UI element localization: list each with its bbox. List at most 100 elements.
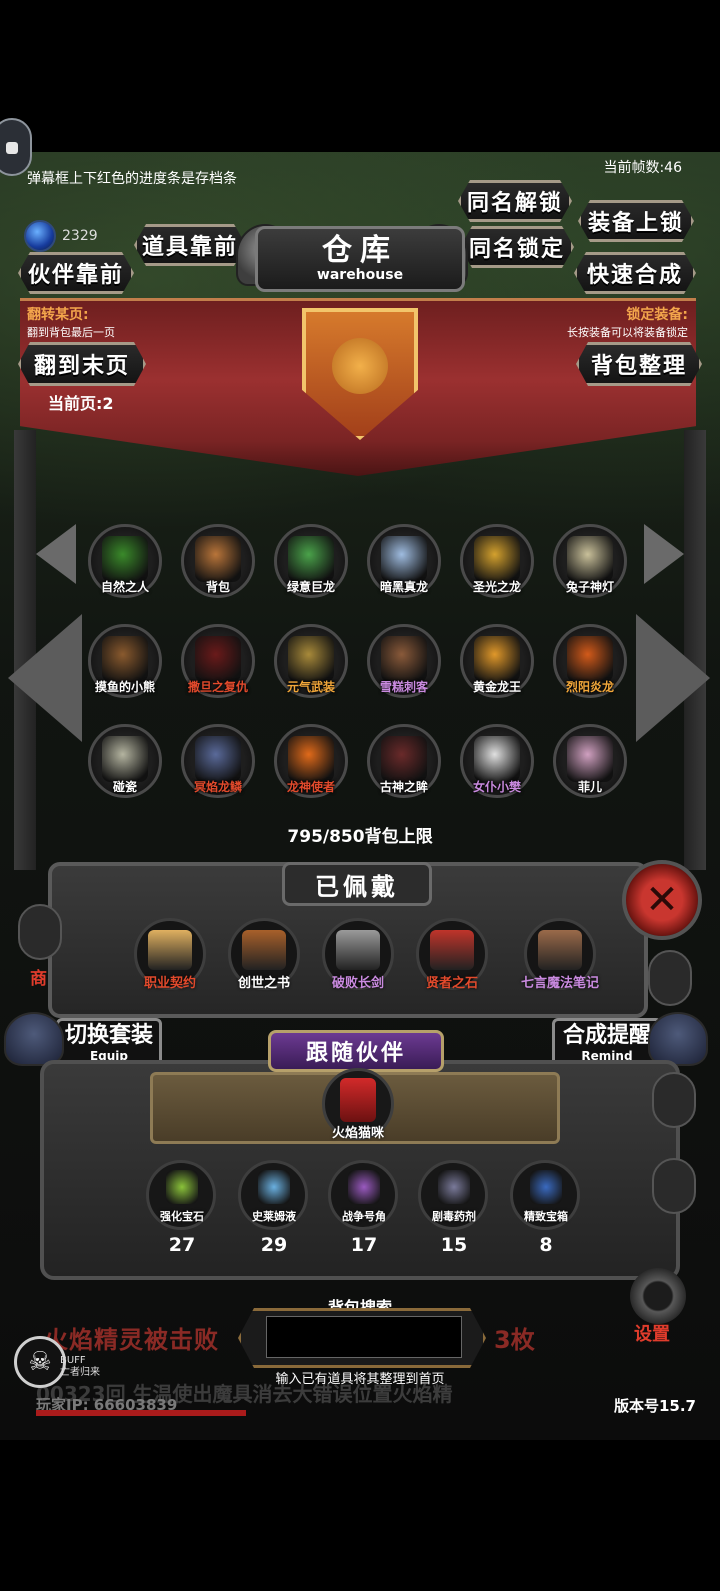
item-art-icon [102, 636, 148, 682]
item-name: 菲儿 [577, 780, 602, 794]
item-art-icon [567, 736, 613, 782]
item-art-icon [567, 536, 613, 582]
items-front-button[interactable]: 道具靠前 [134, 224, 246, 266]
quick-merge-button[interactable]: 快速合成 [574, 252, 696, 294]
inventory-slot[interactable]: 冥焰龙鳞 [177, 724, 257, 804]
consumable-qty: 8 [539, 1234, 553, 1256]
save-tip-text: 弹幕框上下红色的进度条是存档条 [27, 171, 237, 187]
item-art-icon [474, 736, 520, 782]
consumable-art-icon [530, 1170, 562, 1204]
equipped-slot[interactable]: 职业契约 [130, 918, 210, 998]
lock-equip-label: 锁定装备: [626, 307, 688, 323]
item-art-icon [567, 636, 613, 682]
bag-search-hint: 输入已有道具将其整理到首页 [275, 1372, 445, 1387]
item-art-icon [474, 636, 520, 682]
consumable-art-icon [258, 1170, 290, 1204]
inventory-slot[interactable]: 烈阳炎龙 [549, 624, 629, 704]
item-name: 兔子神灯 [565, 580, 614, 594]
inventory-slot[interactable]: 摸鱼的小熊 [84, 624, 164, 704]
equipped-art-icon [538, 930, 582, 970]
bag-search-input[interactable] [266, 1316, 462, 1358]
item-art-icon [102, 736, 148, 782]
inventory-grid: 自然之人 背包 绿意巨龙 暗黑真龙 圣光之龙 兔子神灯摸鱼的小熊 撒旦之复仇 元气武装 雪糕刺客… [84, 524, 644, 804]
inventory-slot[interactable]: 菲儿 [549, 724, 629, 804]
inventory-slot[interactable]: 龙神使者 [270, 724, 350, 804]
prev-page-arrow-icon[interactable] [36, 524, 76, 584]
item-name: 自然之人 [100, 580, 149, 594]
side-tool-icon[interactable] [652, 1072, 696, 1128]
inventory-slot[interactable]: 兔子神灯 [549, 524, 629, 604]
inventory-slot[interactable]: 暗黑真龙 [363, 524, 443, 604]
partners-front-button[interactable]: 伙伴靠前 [18, 252, 134, 294]
buff-title: BUFF [60, 1355, 86, 1366]
equipped-slot[interactable]: 创世之书 [224, 918, 304, 998]
buff-label: BUFF 亡者归来 [60, 1355, 100, 1379]
consumable-slot[interactable]: 剧毒药剂 15 [414, 1160, 494, 1260]
gem-count-value: 2329 [62, 228, 98, 244]
equipped-slot[interactable]: 贤者之石 [412, 918, 492, 998]
equipped-slot[interactable]: 七言魔法笔记 [520, 918, 600, 998]
item-name: 背包 [205, 580, 230, 594]
equipped-title: 已佩戴 [282, 862, 432, 906]
wizard-hat-icon [4, 1012, 64, 1066]
flip-page-label: 翻转某页: [27, 307, 89, 323]
bag-sort-button[interactable]: 背包整理 [576, 342, 702, 386]
inventory-slot[interactable]: 撒旦之复仇 [177, 624, 257, 704]
equipped-name: 七言魔法笔记 [520, 976, 599, 991]
warehouse-title-cn: 仓库 [322, 233, 398, 268]
dice-icon[interactable] [648, 950, 692, 1006]
shop-icon[interactable] [18, 904, 62, 960]
inventory-slot[interactable]: 碰瓷 [84, 724, 164, 804]
to-last-page-button[interactable]: 翻到末页 [18, 342, 146, 386]
inventory-slot[interactable]: 绿意巨龙 [270, 524, 350, 604]
warehouse-title-en: warehouse [316, 267, 404, 283]
same-name-unlock-button[interactable]: 同名解锁 [458, 180, 572, 222]
skull-buff-icon[interactable]: ☠ [14, 1336, 66, 1388]
item-name: 绿意巨龙 [286, 580, 335, 594]
shop-label: 商 [30, 969, 47, 989]
consumable-slot[interactable]: 精致宝箱 8 [506, 1160, 586, 1260]
inventory-slot[interactable]: 自然之人 [84, 524, 164, 604]
consumable-name: 剧毒药剂 [432, 1210, 476, 1223]
broadcast-ticker-end: 3枚 [494, 1326, 535, 1354]
item-art-icon [288, 636, 334, 682]
consumable-qty: 15 [440, 1234, 468, 1256]
fire-cat-icon [340, 1078, 376, 1122]
inventory-slot[interactable]: 元气武装 [270, 624, 350, 704]
fps-counter: 当前帧数:46 [603, 160, 682, 176]
lock-equip-hint: 长按装备可以将装备锁定 [567, 326, 688, 339]
settings-label[interactable]: 设置 [634, 1320, 670, 1346]
same-name-lock-button[interactable]: 同名锁定 [460, 226, 574, 268]
equip-lock-button[interactable]: 装备上锁 [578, 200, 694, 242]
inventory-slot[interactable]: 圣光之龙 [456, 524, 536, 604]
consumable-slot[interactable]: 战争号角 17 [324, 1160, 404, 1260]
consumable-qty: 17 [350, 1234, 378, 1256]
inventory-slot[interactable]: 黄金龙王 [456, 624, 536, 704]
item-art-icon [288, 736, 334, 782]
consumable-slot[interactable]: 史莱姆液 29 [234, 1160, 314, 1260]
follow-partner-slot[interactable]: 火焰猫咪 [318, 1068, 398, 1148]
close-icon[interactable]: ✕ [622, 860, 702, 940]
inventory-slot[interactable]: 女仆小樊 [456, 724, 536, 804]
consumable-name: 战争号角 [342, 1210, 386, 1223]
equipped-art-icon [242, 930, 286, 970]
consumable-qty: 29 [260, 1234, 288, 1256]
item-name: 黄金龙王 [472, 680, 521, 694]
item-art-icon [381, 736, 427, 782]
inventory-slot[interactable]: 背包 [177, 524, 257, 604]
flip-page-hint: 翻到背包最后一页 [27, 326, 115, 339]
item-name: 雪糕刺客 [379, 680, 428, 694]
item-name: 元气武装 [286, 680, 335, 694]
consumable-name: 史莱姆液 [252, 1210, 296, 1223]
next-page-arrow-icon[interactable] [644, 524, 684, 584]
inventory-slot[interactable]: 雪糕刺客 [363, 624, 443, 704]
item-name: 烈阳炎龙 [565, 680, 614, 694]
last-page-arrow-icon[interactable] [636, 614, 710, 742]
first-page-arrow-icon[interactable] [8, 614, 82, 742]
consumable-slot[interactable]: 强化宝石 27 [142, 1160, 222, 1260]
item-name: 龙神使者 [286, 780, 335, 794]
side-tool-icon-2[interactable] [652, 1158, 696, 1214]
inventory-slot[interactable]: 古神之眸 [363, 724, 443, 804]
item-art-icon [288, 536, 334, 582]
equipped-slot[interactable]: 破败长剑 [318, 918, 398, 998]
